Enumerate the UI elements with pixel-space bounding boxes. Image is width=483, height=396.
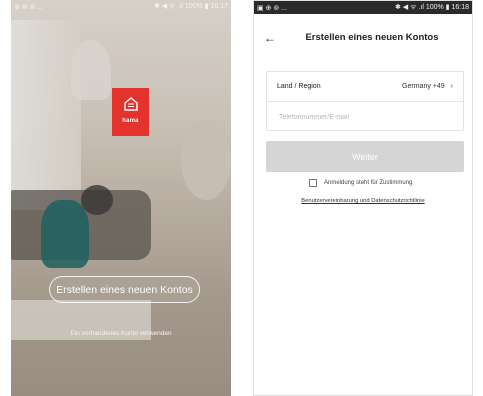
signup-form: Land / Region Germany +49 › [266,71,464,131]
app-logo: hama [112,88,149,136]
consent-text: Anmeldung steht für Zustimmung [324,180,413,186]
header: ← Erstellen eines neuen Kontos [254,25,472,49]
status-bar-right: ✱ ◀ ᯤ .ıl 100% ▮ 16:18 [394,4,469,11]
region-value-wrap: Germany +49 › [402,83,453,90]
logo-text: hama [122,118,139,124]
use-existing-account-link[interactable]: Ein vorhandenes Konto verwenden [11,330,231,337]
next-button[interactable]: Weiter [266,141,464,172]
region-value: Germany +49 [402,83,445,90]
region-selector[interactable]: Land / Region Germany +49 › [267,72,463,102]
home-icon [123,97,138,111]
status-bar: ⊕ ✉ ⊚ ... ✱ ◀ ᯤ .ıl 100% ▮ 16:17 [11,0,231,13]
create-account-button[interactable]: Erstellen eines neuen Kontos [49,276,200,303]
status-bar: ▣ ⊕ ⊚ ... ✱ ◀ ᯤ .ıl 100% ▮ 16:18 [254,1,472,14]
create-account-screen: ▣ ⊕ ⊚ ... ✱ ◀ ᯤ .ıl 100% ▮ 16:18 ← Erste… [253,0,473,396]
status-bar-left: ▣ ⊕ ⊚ ... [257,4,288,12]
consent-row: Anmeldung steht für Zustimmung [309,179,412,187]
terms-privacy-link[interactable]: Benutzervereinbarung und Datenschutzrich… [254,198,472,204]
phone-email-input[interactable] [277,112,453,122]
page-title: Erstellen eines neuen Kontos [305,32,439,43]
phone-email-row [267,102,463,132]
status-bar-right: ✱ ◀ ᯤ .ıl 100% ▮ 16:17 [153,3,228,10]
region-label: Land / Region [277,83,321,90]
consent-checkbox[interactable] [309,179,317,187]
chevron-right-icon: › [450,83,453,90]
welcome-screen: ⊕ ✉ ⊚ ... ✱ ◀ ᯤ .ıl 100% ▮ 16:17 hama Er… [11,0,231,396]
status-bar-left: ⊕ ✉ ⊚ ... [14,3,44,11]
